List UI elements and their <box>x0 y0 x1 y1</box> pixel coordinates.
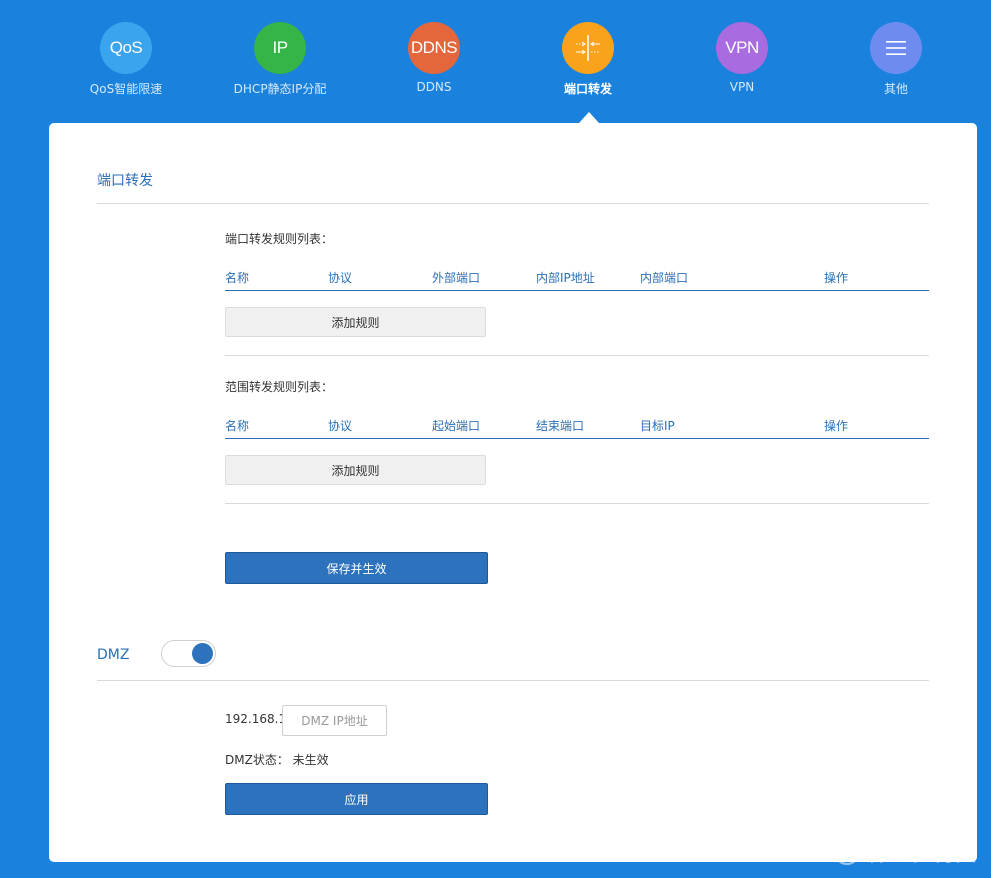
section-title-dmz: DMZ <box>97 647 130 663</box>
divider <box>97 203 929 204</box>
add-range-rule-button[interactable]: 添加规则 <box>225 455 486 485</box>
port-forward-icon <box>562 22 614 74</box>
dmz-ip-input[interactable] <box>282 705 387 736</box>
nav-label-other: 其他 <box>883 82 908 96</box>
ddns-icon-text: DDNS <box>410 38 458 57</box>
nav-label-dhcp: DHCP静态IP分配 <box>233 82 327 96</box>
table-header-underline <box>225 290 929 291</box>
ip-icon-text: IP <box>272 38 288 57</box>
divider <box>225 503 929 504</box>
port-rules-heading: 端口转发规则列表： <box>225 232 334 246</box>
nav-item-qos[interactable]: QoS QoS智能限速 <box>56 22 196 97</box>
dmz-ip-prefix: 192.168.1. <box>225 712 290 726</box>
save-apply-button[interactable]: 保存并生效 <box>225 552 488 584</box>
ddns-icon: DDNS <box>408 22 460 74</box>
toggle-knob <box>192 643 213 664</box>
column-header-internal-port: 内部端口 <box>640 271 689 285</box>
column-header-name: 名称 <box>225 419 250 433</box>
dmz-status: DMZ状态： 未生效 <box>225 751 329 768</box>
dmz-status-value: 未生效 <box>292 753 329 767</box>
nav-item-port-forward[interactable]: 端口转发 <box>518 22 658 97</box>
divider <box>225 355 929 356</box>
column-header-protocol: 协议 <box>328 271 353 285</box>
nav-item-vpn[interactable]: VPN VPN <box>672 22 812 94</box>
nav-item-other[interactable]: 其他 <box>826 22 966 97</box>
watermark: 什么值得买 <box>833 836 977 868</box>
column-header-internal-ip: 内部IP地址 <box>536 271 595 285</box>
add-port-rule-button[interactable]: 添加规则 <box>225 307 486 337</box>
section-title-port-forward: 端口转发 <box>97 173 153 189</box>
vpn-icon: VPN <box>716 22 768 74</box>
watermark-text: 什么值得买 <box>866 842 977 867</box>
ip-icon: IP <box>254 22 306 74</box>
nav-label-port-forward: 端口转发 <box>563 82 612 96</box>
column-header-protocol: 协议 <box>328 419 353 433</box>
nav-label-qos: QoS智能限速 <box>89 82 163 96</box>
apply-button[interactable]: 应用 <box>225 783 488 815</box>
vpn-icon-text: VPN <box>725 38 759 57</box>
qos-icon-text: QoS <box>109 38 143 57</box>
dmz-status-label: DMZ状态： <box>225 753 289 767</box>
qos-icon: QoS <box>100 22 152 74</box>
nav-item-dhcp[interactable]: IP DHCP静态IP分配 <box>210 22 350 97</box>
menu-icon <box>870 22 922 74</box>
dmz-toggle[interactable] <box>161 640 216 667</box>
table-header-underline <box>225 438 929 439</box>
column-header-target-ip: 目标IP <box>640 419 675 433</box>
nav-label-vpn: VPN <box>729 80 755 94</box>
column-header-name: 名称 <box>225 271 250 285</box>
nav-item-ddns[interactable]: DDNS DDNS <box>364 22 504 94</box>
column-header-end-port: 结束端口 <box>536 419 585 433</box>
column-header-external-port: 外部端口 <box>432 271 481 285</box>
active-tab-pointer <box>579 112 599 123</box>
column-header-action: 操作 <box>824 271 849 285</box>
watermark-logo-icon <box>833 839 860 865</box>
column-header-action: 操作 <box>824 419 849 433</box>
divider <box>97 680 929 681</box>
nav-label-ddns: DDNS <box>416 80 452 94</box>
column-header-start-port: 起始端口 <box>432 419 481 433</box>
range-rules-heading: 范围转发规则列表： <box>225 380 334 394</box>
main-panel: 端口转发 端口转发规则列表： 名称 协议 外部端口 内部IP地址 内部端口 操作… <box>49 123 977 862</box>
